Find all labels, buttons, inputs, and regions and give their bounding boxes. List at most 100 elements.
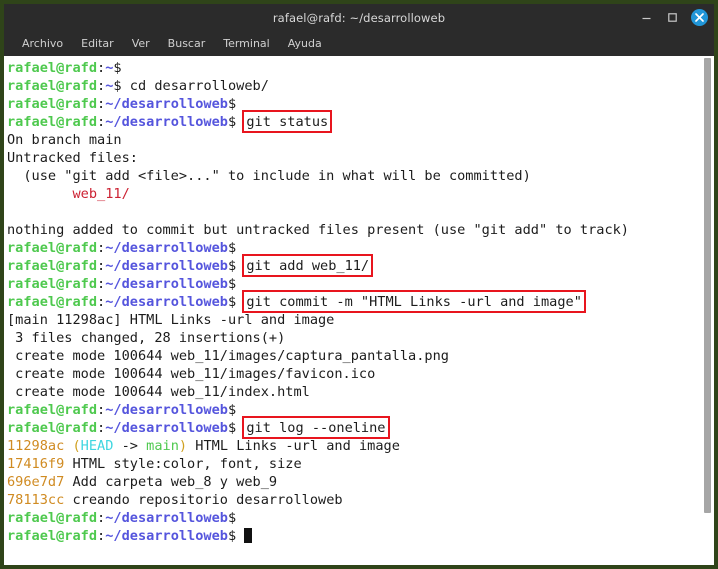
prompt-sigil: $ xyxy=(227,114,237,130)
prompt-user: rafael@rafd xyxy=(7,240,98,256)
terminal-screen[interactable]: rafael@rafd:~$ rafael@rafd:~$ cd desarrol… xyxy=(6,58,714,545)
commit-message: Add carpeta web_8 y web_9 xyxy=(64,474,278,490)
prompt-colon: : xyxy=(97,528,106,544)
prompt-colon: : xyxy=(97,294,106,310)
menu-item-archivo[interactable]: Archivo xyxy=(13,35,72,52)
head-ref: HEAD xyxy=(80,438,114,454)
commit-message: creando repositorio desarrolloweb xyxy=(64,492,343,508)
prompt-colon: : xyxy=(97,258,106,274)
prompt-user: rafael@rafd xyxy=(7,402,98,418)
terminal-line: [main 11298ac] HTML Links -url and image xyxy=(7,311,714,329)
prompt-colon: : xyxy=(97,402,106,418)
ref-open-paren: ( xyxy=(72,438,81,454)
untracked-file: web_11/ xyxy=(72,186,130,202)
branch-ref: main xyxy=(146,438,179,454)
commit-message: HTML style:color, font, size xyxy=(64,456,302,472)
prompt-colon: : xyxy=(97,240,106,256)
commit-hash: 696e7d7 xyxy=(7,474,65,490)
terminal-line: Untracked files: xyxy=(7,149,714,167)
prompt-colon: : xyxy=(97,420,106,436)
terminal-line: rafael@rafd:~/desarrolloweb$ xyxy=(7,527,714,545)
prompt-user: rafael@rafd xyxy=(7,114,98,130)
prompt-user: rafael@rafd xyxy=(7,276,98,292)
highlighted-command: git add web_11/ xyxy=(242,254,373,277)
commit-hash: 11298ac xyxy=(7,438,65,454)
terminal-line: rafael@rafd:~/desarrolloweb$ xyxy=(7,275,714,293)
text-cursor xyxy=(244,528,253,543)
output-text: On branch main xyxy=(7,132,122,148)
menubar: Archivo Editar Ver Buscar Terminal Ayuda xyxy=(4,31,714,56)
prompt-user: rafael@rafd xyxy=(7,294,98,310)
output-text: create mode 100644 web_11/images/favicon… xyxy=(7,366,376,382)
minimize-icon[interactable] xyxy=(639,10,654,25)
terminal-body[interactable]: rafael@rafd:~$ rafael@rafd:~$ cd desarrol… xyxy=(4,56,714,565)
prompt-user: rafael@rafd xyxy=(7,528,98,544)
prompt-path: ~/desarrolloweb xyxy=(105,420,228,436)
prompt-colon: : xyxy=(97,60,106,76)
terminal-line: 11298ac (HEAD -> main) HTML Links -url a… xyxy=(7,437,714,455)
prompt-sigil: $ xyxy=(227,402,237,418)
output-text: create mode 100644 web_11/index.html xyxy=(7,384,310,400)
window-controls xyxy=(639,4,708,31)
prompt-path: ~/desarrolloweb xyxy=(105,258,228,274)
prompt-path: ~/desarrolloweb xyxy=(105,510,228,526)
prompt-colon: : xyxy=(97,96,106,112)
close-icon[interactable] xyxy=(691,9,708,26)
output-text: create mode 100644 web_11/images/captura… xyxy=(7,348,449,364)
terminal-line: rafael@rafd:~/desarrolloweb$ git log --o… xyxy=(7,416,714,439)
highlighted-command: git log --oneline xyxy=(242,416,390,439)
output-text: Untracked files: xyxy=(7,150,138,166)
terminal-line: rafael@rafd:~$ xyxy=(7,59,714,77)
prompt-sigil: $ xyxy=(227,276,237,292)
terminal-line: web_11/ xyxy=(7,185,714,203)
prompt-sigil: $ xyxy=(113,78,122,94)
prompt-user: rafael@rafd xyxy=(7,258,98,274)
terminal-line: create mode 100644 web_11/images/captura… xyxy=(7,347,714,365)
terminal-line: 3 files changed, 28 insertions(+) xyxy=(7,329,714,347)
scrollbar-thumb[interactable] xyxy=(704,58,711,513)
terminal-line: 78113cc creando repositorio desarrollowe… xyxy=(7,491,714,509)
titlebar[interactable]: rafael@rafd: ~/desarrolloweb xyxy=(4,4,714,31)
prompt-path: ~/desarrolloweb xyxy=(105,240,228,256)
menu-item-ayuda[interactable]: Ayuda xyxy=(279,35,331,52)
ref-arrow: -> xyxy=(113,438,147,454)
terminal-line: (use "git add <file>..." to include in w… xyxy=(7,167,714,185)
maximize-icon[interactable] xyxy=(665,10,680,25)
menu-item-terminal[interactable]: Terminal xyxy=(214,35,279,52)
terminal-line: rafael@rafd:~$ cd desarrolloweb/ xyxy=(7,77,714,95)
menu-item-buscar[interactable]: Buscar xyxy=(159,35,215,52)
prompt-sigil: $ xyxy=(227,258,237,274)
prompt-sigil: $ xyxy=(227,528,237,544)
prompt-sigil: $ xyxy=(227,510,237,526)
prompt-sigil: $ xyxy=(227,96,237,112)
terminal-line: rafael@rafd:~/desarrolloweb$ xyxy=(7,239,714,257)
terminal-line: 696e7d7 Add carpeta web_8 y web_9 xyxy=(7,473,714,491)
terminal-line: rafael@rafd:~/desarrolloweb$ xyxy=(7,509,714,527)
commit-message: HTML Links -url and image xyxy=(187,438,400,454)
prompt-user: rafael@rafd xyxy=(7,60,98,76)
prompt-path: ~/desarrolloweb xyxy=(105,114,228,130)
window-title: rafael@rafd: ~/desarrolloweb xyxy=(272,10,446,25)
command-text: cd desarrolloweb/ xyxy=(129,78,269,94)
terminal-line: 17416f9 HTML style:color, font, size xyxy=(7,455,714,473)
terminal-line: On branch main xyxy=(7,131,714,149)
prompt-path: ~/desarrolloweb xyxy=(105,96,228,112)
terminal-line: rafael@rafd:~/desarrolloweb$ git status xyxy=(7,110,714,133)
prompt-path: ~/desarrolloweb xyxy=(105,402,228,418)
prompt-colon: : xyxy=(97,78,106,94)
terminal-scrollbar[interactable] xyxy=(701,56,714,565)
output-text: [main 11298ac] HTML Links -url and image xyxy=(7,312,335,328)
prompt-sigil: $ xyxy=(227,420,237,436)
prompt-colon: : xyxy=(97,276,106,292)
prompt-sigil: $ xyxy=(227,294,237,310)
prompt-user: rafael@rafd xyxy=(7,420,98,436)
menu-item-editar[interactable]: Editar xyxy=(72,35,123,52)
terminal-line: nothing added to commit but untracked fi… xyxy=(7,221,714,239)
menu-item-ver[interactable]: Ver xyxy=(123,35,159,52)
terminal-window: rafael@rafd: ~/desarrolloweb Archivo Edi… xyxy=(0,0,718,569)
